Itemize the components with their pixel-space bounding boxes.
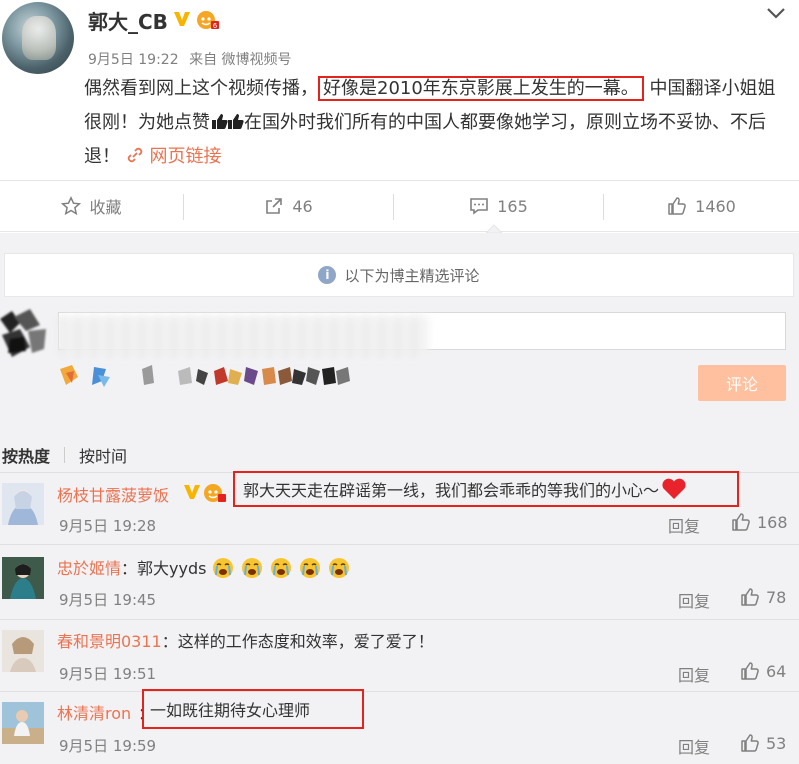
comment-item: 春和景明0311：这样的工作态度和效率，爱了爱了！ 9月5日 19:51 回复 … — [0, 620, 799, 692]
author-avatar[interactable] — [2, 2, 74, 74]
comment-text: 一如既往期待女心理师 — [150, 701, 311, 720]
comment-icon — [470, 198, 489, 215]
like-count: 1460 — [695, 196, 736, 216]
featured-comments-notice: i 以下为博主精选评论 — [4, 253, 794, 297]
repost-icon — [266, 198, 283, 214]
favorite-button[interactable]: 收藏 — [0, 181, 183, 231]
current-user-avatar — [0, 309, 46, 357]
chevron-down-icon[interactable] — [765, 6, 787, 20]
comment-text: ：这样的工作态度和效率，爱了爱了！ — [161, 632, 434, 651]
link-icon — [127, 147, 142, 163]
thumbs-up-icon — [741, 734, 759, 752]
verified-v-icon — [174, 12, 190, 26]
web-link[interactable]: 网页链接 — [126, 146, 222, 167]
repost-count: 46 — [292, 196, 313, 216]
reply-button[interactable]: 回复 — [678, 588, 710, 612]
commenter-avatar[interactable] — [2, 630, 44, 672]
crying-face-icon — [328, 558, 349, 578]
crying-face-icon — [299, 558, 320, 578]
commenter-name[interactable]: 忠於姬情 — [57, 559, 121, 578]
comment-line: 忠於姬情：郭大yyds — [57, 555, 352, 579]
comment-like-button[interactable]: 53 — [740, 733, 786, 753]
sort-by-time[interactable]: 按时间 — [79, 443, 127, 467]
crying-emoji-row — [212, 558, 352, 578]
vip-crown-icon: 6 — [197, 11, 219, 30]
commenter-avatar[interactable] — [2, 557, 44, 599]
comment-line: 春和景明0311：这样的工作态度和效率，爱了爱了！ — [57, 628, 434, 652]
comment-time: 9月5日 19:59 — [59, 737, 157, 755]
comment-like-count: 64 — [766, 661, 787, 681]
crying-face-icon — [212, 558, 233, 578]
comment-count: 165 — [497, 196, 528, 216]
svg-text:6: 6 — [213, 22, 218, 30]
reply-button[interactable]: 回复 — [678, 734, 710, 758]
comment-text-highlight: 一如既往期待女心理师 — [142, 689, 364, 729]
crying-face-icon — [270, 558, 291, 578]
comment-time: 9月5日 19:28 — [59, 517, 157, 535]
reply-button[interactable]: 回复 — [678, 662, 710, 686]
commenter-avatar[interactable] — [2, 483, 44, 525]
author-name[interactable]: 郭大_CB — [88, 6, 168, 35]
commenter-name[interactable]: 林清清ron — [57, 700, 131, 724]
thumbs-up-emoji-icon — [212, 114, 244, 129]
post-action-bar: 收藏 46 165 1460 — [0, 180, 799, 232]
reply-button[interactable]: 回复 — [668, 513, 700, 537]
comment-like-button[interactable]: 78 — [740, 587, 786, 607]
info-icon: i — [318, 266, 337, 284]
red-heart-icon — [662, 478, 686, 499]
comment-like-count: 168 — [757, 512, 788, 532]
post-body: 偶然看到网上这个视频传播， 好像是2010年东京影展上发生的一幕。 中国翻译小姐姐… — [84, 72, 784, 174]
post-text-before: 偶然看到网上这个视频传播， — [84, 78, 318, 99]
post-meta: 9月5日 19:22 来自 微博视频号 — [88, 49, 298, 69]
sort-bar: 按热度 按时间 — [2, 443, 127, 467]
comment-time: 9月5日 19:51 — [59, 665, 157, 683]
comment-area: i 以下为博主精选评论 评论 按热度 按时间 杨枝甘露菠萝饭 郭大天天走在辟谣第… — [0, 233, 799, 764]
like-button[interactable]: 1460 — [604, 181, 799, 231]
comment-like-button[interactable]: 64 — [740, 661, 786, 681]
commenter-name[interactable]: 春和景明0311 — [57, 632, 162, 651]
verified-v-icon — [184, 485, 200, 499]
post-source: 来自 微博视频号 — [189, 52, 292, 68]
comment-text: 郭大天天走在辟谣第一线，我们都会乖乖的等我们的小心～ — [243, 481, 660, 500]
star-icon — [61, 196, 82, 216]
sort-by-hot[interactable]: 按热度 — [2, 443, 50, 467]
comment-caret-icon — [486, 224, 502, 233]
comment-like-button[interactable]: 168 — [731, 512, 788, 532]
emoji-toolbar-icon[interactable] — [58, 363, 358, 389]
comment-like-count: 53 — [766, 733, 787, 753]
comment-item: 林清清ron ： 一如既往期待女心理师 9月5日 19:59 回复 53 — [0, 689, 799, 764]
notice-text: 以下为博主精选评论 — [344, 266, 480, 285]
thumbs-up-icon — [668, 197, 686, 215]
repost-button[interactable]: 46 — [184, 181, 393, 231]
sort-divider — [64, 447, 66, 463]
comment-item: 杨枝甘露菠萝饭 郭大天天走在辟谣第一线，我们都会乖乖的等我们的小心～ 9月5日 … — [0, 471, 799, 545]
comment-text-highlight: 郭大天天走在辟谣第一线，我们都会乖乖的等我们的小心～ — [233, 471, 739, 507]
comment-text: ：郭大yyds — [121, 559, 207, 578]
web-link-label: 网页链接 — [149, 146, 222, 167]
post-date[interactable]: 9月5日 19:22 — [88, 52, 179, 68]
comment-like-count: 78 — [766, 587, 787, 607]
thumbs-up-icon — [741, 588, 759, 606]
thumbs-up-icon — [741, 662, 759, 680]
comment-item: 忠於姬情：郭大yyds 9月5日 19:45 回复 78 — [0, 545, 799, 620]
comment-input-blurred-text — [58, 315, 428, 357]
post-text-highlight: 好像是2010年东京影展上发生的一幕。 — [318, 76, 644, 101]
comment-time: 9月5日 19:45 — [59, 591, 157, 609]
submit-comment-button[interactable]: 评论 — [698, 365, 786, 401]
favorite-label: 收藏 — [89, 198, 122, 217]
vip-crown-icon — [204, 484, 226, 502]
commenter-avatar[interactable] — [2, 702, 44, 744]
crying-face-icon — [241, 558, 262, 578]
commenter-name[interactable]: 杨枝甘露菠萝饭 — [57, 482, 169, 506]
thumbs-up-icon — [732, 513, 750, 531]
